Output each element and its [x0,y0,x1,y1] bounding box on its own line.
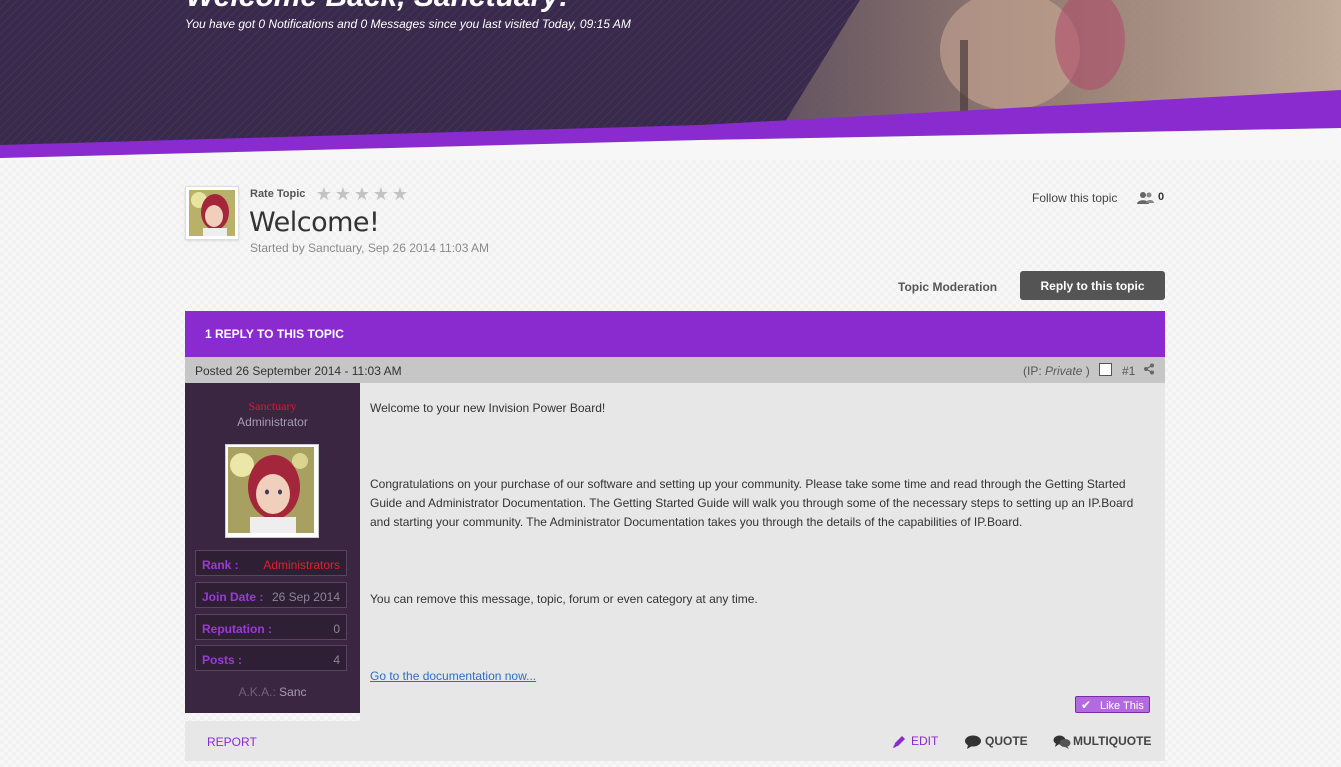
star-icon[interactable]: ★ [334,185,352,203]
post-paragraph: You can remove this message, topic, foru… [370,592,758,606]
author-group: Administrator [237,415,308,429]
stat-reputation: Reputation : 0 [195,614,347,640]
stat-label: Posts : [202,653,243,667]
reply-to-topic-button[interactable]: Reply to this topic [1020,271,1165,300]
topic-starter-avatar[interactable] [185,186,239,240]
topic-started-by: Started by Sanctuary, Sep 26 2014 11:03 … [250,241,490,255]
stat-label: Join Date : [202,590,264,604]
author-photo[interactable] [225,444,319,538]
follow-count: 0 [1158,191,1165,203]
site-header: Welcome Back, Sanctuary! You have got 0 … [0,0,1341,160]
quote-button[interactable]: QUOTE [985,734,1028,748]
share-icon[interactable] [1143,363,1155,375]
author-name-link[interactable]: Sanctuary [185,399,360,414]
pencil-icon[interactable] [892,734,907,749]
multiquote-button[interactable]: MULTIQUOTE [1073,734,1151,748]
stat-rank: Rank : Administrators [195,550,347,576]
rate-topic-label: Rate Topic [250,188,306,200]
like-button[interactable]: ✔ Like This [1075,696,1150,713]
edit-button[interactable]: EDIT [911,734,938,748]
stat-value: 26 Sep 2014 [271,590,340,604]
aka-label: A.K.A.: [238,685,276,699]
multiquote-icon[interactable] [1053,735,1071,749]
post-number-link[interactable]: #1 [1122,364,1135,378]
like-label: Like This [1100,700,1144,712]
ip-prefix: (IP: [1023,364,1042,378]
stat-value: 0 [333,622,340,636]
ip-suffix: ) [1085,364,1090,378]
followers-icon[interactable] [1137,191,1155,205]
stat-label: Rank : [202,558,239,572]
stat-join-date: Join Date : 26 Sep 2014 [195,582,347,608]
rating-stars[interactable]: ★ ★ ★ ★ ★ [315,185,409,203]
post-meta-bar: Posted 26 September 2014 - 11:03 AM (IP:… [185,357,1165,383]
star-icon[interactable]: ★ [391,185,409,203]
post-author-panel: Sanctuary Administrator Rank : Administr… [185,383,360,713]
documentation-link[interactable]: Go to the documentation now... [370,669,536,683]
star-icon[interactable]: ★ [372,185,390,203]
post-paragraph: Congratulations on your purchase of our … [370,477,1134,529]
reply-count-bar: 1 REPLY TO THIS TOPIC [185,311,1165,357]
stat-posts: Posts : 4 [195,645,347,671]
post-date[interactable]: Posted 26 September 2014 - 11:03 AM [195,364,402,378]
topic-moderation-link[interactable]: Topic Moderation [898,280,997,294]
welcome-subtitle: You have got 0 Notifications and 0 Messa… [185,17,631,31]
aka-value: Sanc [279,685,307,699]
ip-value: Private [1045,364,1083,378]
avatar-image [189,190,235,236]
welcome-title: Welcome Back, Sanctuary! [186,0,569,14]
topic-title: Welcome! [249,207,380,238]
post-paragraph: Welcome to your new Invision Power Board… [370,401,606,415]
stat-value: Administrators [263,558,340,572]
star-icon[interactable]: ★ [353,185,371,203]
documentation-paragraph: Go to the documentation now... [370,667,1150,686]
reply-count-label: 1 REPLY TO THIS TOPIC [205,327,344,341]
report-button[interactable]: REPORT [207,735,257,749]
post-controls: REPORT EDIT QUOTE MULTIQUOTE [185,721,1165,761]
author-aka: A.K.A.: Sanc [185,685,360,699]
post-content: Welcome to your new Invision Power Board… [360,383,1165,721]
post-ip: (IP: Private ) [1023,364,1090,378]
author-photo-image [228,447,314,533]
stat-label: Reputation : [202,622,272,636]
stat-value: 4 [333,653,340,667]
follow-topic-link[interactable]: Follow this topic [1032,191,1117,205]
speech-bubble-icon[interactable] [964,735,982,749]
checkmark-icon: ✔ [1081,698,1092,712]
post-select-checkbox[interactable] [1099,363,1112,376]
star-icon[interactable]: ★ [315,185,333,203]
